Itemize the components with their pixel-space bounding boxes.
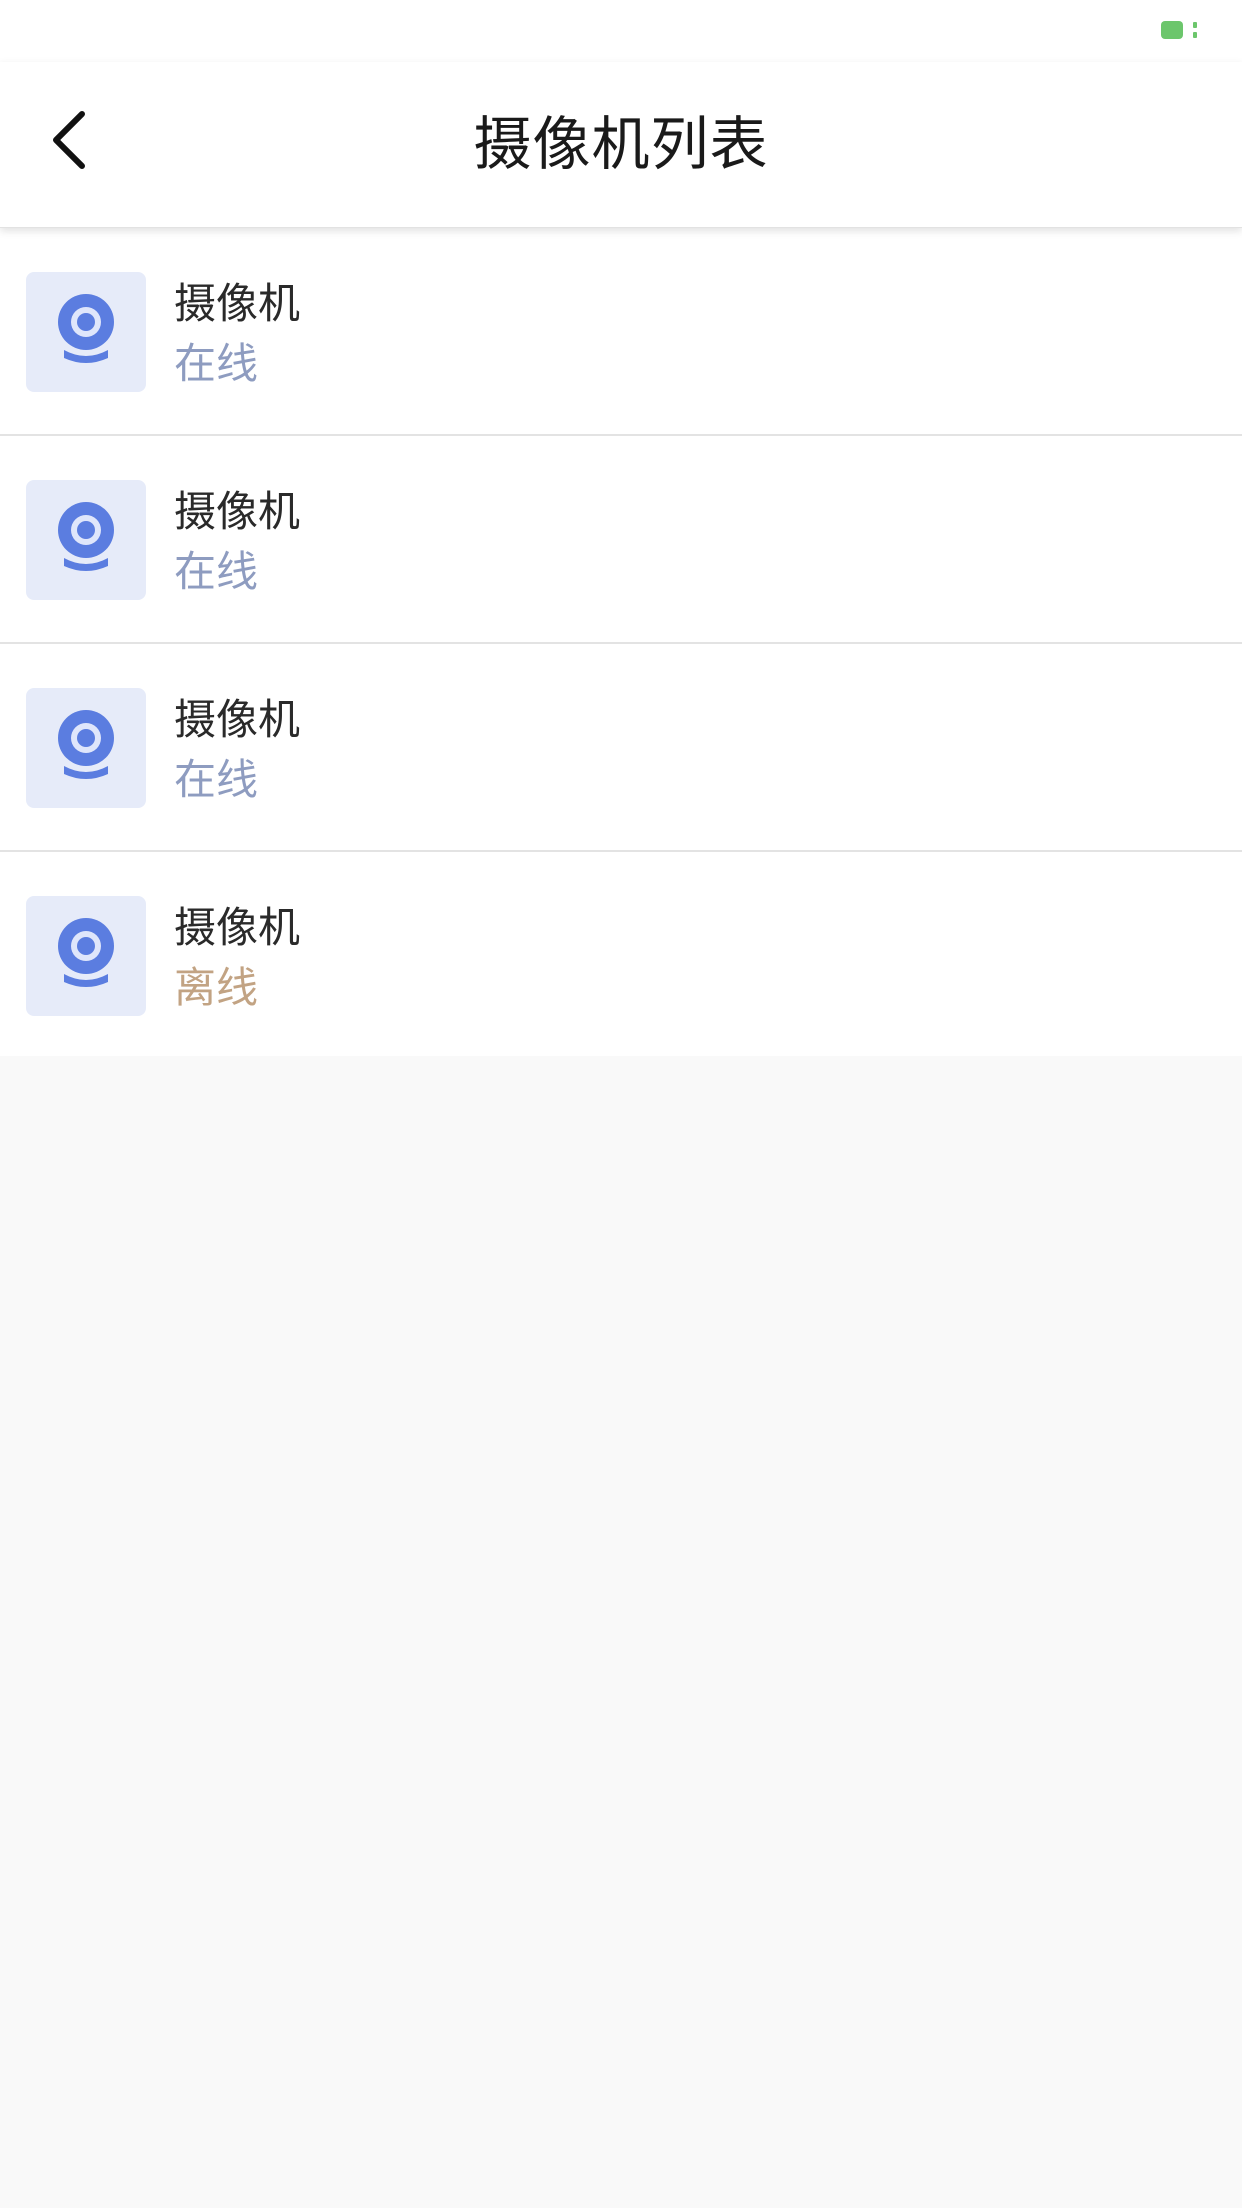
status-online: 在线 [174, 755, 259, 804]
webcam-icon [54, 708, 118, 788]
camera-name: 摄像机 [174, 487, 301, 536]
page-title: 摄像机列表 [473, 110, 769, 178]
camera-name: 摄像机 [174, 695, 301, 744]
battery-icon [1160, 20, 1200, 40]
camera-list-item[interactable]: 摄像机 在线 [0, 228, 1242, 436]
empty-background [0, 1056, 1242, 2208]
status-online: 在线 [174, 339, 259, 388]
status-bar [0, 0, 1242, 62]
camera-name: 摄像机 [174, 279, 301, 328]
camera-thumbnail [26, 688, 146, 808]
camera-list: 摄像机 在线 摄像机 在线 摄像机 在线 摄像机 离线 [0, 228, 1242, 1060]
camera-thumbnail [26, 480, 146, 600]
webcam-icon [54, 500, 118, 580]
navigation-header: 摄像机列表 [0, 62, 1242, 228]
webcam-icon [54, 916, 118, 996]
webcam-icon [54, 292, 118, 372]
status-offline: 离线 [174, 963, 259, 1012]
camera-thumbnail [26, 896, 146, 1016]
camera-list-screen: 摄像机列表 摄像机 在线 摄像机 在线 摄像机 在线 摄像机 离线 [0, 0, 1242, 2208]
camera-list-item[interactable]: 摄像机 离线 [0, 852, 1242, 1060]
camera-list-item[interactable]: 摄像机 在线 [0, 436, 1242, 644]
camera-name: 摄像机 [174, 903, 301, 952]
status-online: 在线 [174, 547, 259, 596]
camera-list-item[interactable]: 摄像机 在线 [0, 644, 1242, 852]
camera-thumbnail [26, 272, 146, 392]
